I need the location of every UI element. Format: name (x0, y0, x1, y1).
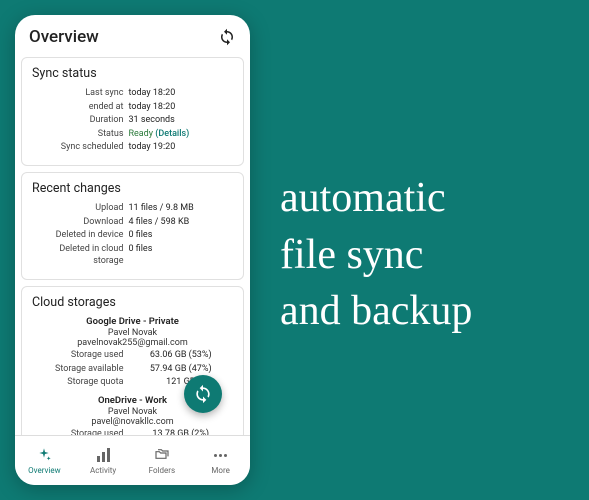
folders-icon (153, 446, 171, 464)
kv-label: Duration (32, 114, 128, 127)
kv-value: today 18:20 (128, 101, 233, 114)
storage-email: pavelnovak255@gmail.com (32, 338, 233, 348)
kv-row: ended attoday 18:20 (32, 101, 233, 114)
sync-icon (218, 28, 236, 46)
kv-value: 31 seconds (128, 114, 233, 127)
kv-row: Upload11 files / 9.8 MB (32, 202, 233, 215)
kv-label: Last sync (32, 87, 128, 100)
kv-value: 13.78 GB (2%) (128, 428, 233, 435)
sync-status-title: Sync status (32, 66, 233, 81)
nav-label: Overview (28, 466, 60, 475)
dots-icon (212, 446, 230, 464)
marketing-tagline: automatic file sync and backup (280, 170, 472, 340)
nav-more[interactable]: More (191, 436, 250, 485)
sync-button[interactable] (218, 28, 236, 46)
kv-label: Storage quota (32, 376, 128, 389)
recent-changes-card: Recent changes Upload11 files / 9.8 MB D… (21, 172, 244, 280)
storage-email: pavel@novakllc.com (32, 417, 233, 427)
kv-label: Storage used (32, 428, 128, 435)
kv-value: 4 files / 598 KB (128, 216, 233, 229)
kv-label: Deleted in cloud storage (32, 243, 128, 268)
page-title: Overview (29, 27, 99, 47)
nav-label: Activity (90, 466, 116, 475)
status-ready-text: Ready (128, 129, 153, 139)
kv-label: ended at (32, 101, 128, 114)
kv-row: Deleted in device0 files (32, 229, 233, 242)
kv-row: Sync scheduledtoday 19:20 (32, 141, 233, 154)
kv-value: 0 files (128, 229, 233, 242)
nav-overview[interactable]: Overview (15, 436, 74, 485)
details-link[interactable]: (Details) (155, 129, 189, 139)
kv-value: today 18:20 (128, 87, 233, 100)
kv-value: 63.06 GB (53%) (128, 349, 233, 362)
kv-row: Status Ready (Details) (32, 128, 233, 141)
kv-label: Deleted in device (32, 229, 128, 242)
sparkle-icon (35, 446, 53, 464)
cloud-storages-title: Cloud storages (32, 295, 233, 310)
recent-changes-title: Recent changes (32, 181, 233, 196)
chart-icon (94, 446, 112, 464)
kv-label: Status (32, 128, 128, 141)
kv-value: today 19:20 (128, 141, 233, 154)
kv-label: Download (32, 216, 128, 229)
nav-label: Folders (149, 466, 175, 475)
kv-row: Last synctoday 18:20 (32, 87, 233, 100)
kv-row: Storage available57.94 GB (47%) (32, 363, 233, 376)
kv-label: Sync scheduled (32, 141, 128, 154)
sync-status-card: Sync status Last synctoday 18:20 ended a… (21, 57, 244, 166)
kv-value: 11 files / 9.8 MB (128, 202, 233, 215)
sync-fab[interactable] (184, 375, 222, 413)
kv-row: Download4 files / 598 KB (32, 216, 233, 229)
kv-row: Storage used63.06 GB (53%) (32, 349, 233, 362)
kv-value: Ready (Details) (128, 128, 233, 141)
kv-value: 0 files (128, 243, 233, 268)
cloud-storages-card: Cloud storages Google Drive - Private Pa… (21, 286, 244, 435)
sync-icon (193, 384, 213, 404)
nav-label: More (211, 466, 229, 475)
kv-row: Deleted in cloud storage0 files (32, 243, 233, 268)
storage-user: Pavel Novak (32, 328, 233, 338)
kv-label: Storage used (32, 349, 128, 362)
app-header: Overview (15, 15, 250, 57)
phone-frame: Overview Sync status Last synctoday 18:2… (15, 15, 250, 485)
kv-row: Storage used13.78 GB (2%) (32, 428, 233, 435)
kv-row: Duration31 seconds (32, 114, 233, 127)
kv-label: Upload (32, 202, 128, 215)
storage-name: Google Drive - Private (32, 316, 233, 327)
nav-folders[interactable]: Folders (133, 436, 192, 485)
bottom-nav: Overview Activity Folders More (15, 435, 250, 485)
nav-activity[interactable]: Activity (74, 436, 133, 485)
kv-label: Storage available (32, 363, 128, 376)
kv-value: 57.94 GB (47%) (128, 363, 233, 376)
